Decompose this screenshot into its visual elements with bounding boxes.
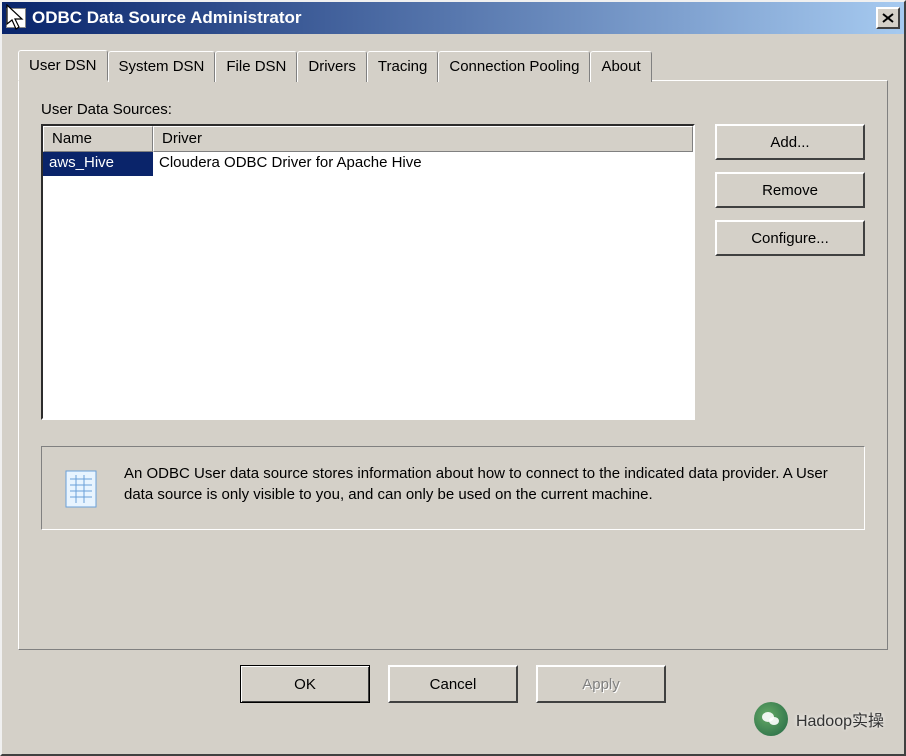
tab-connection-pooling[interactable]: Connection Pooling (438, 51, 590, 82)
list-item[interactable]: aws_Hive Cloudera ODBC Driver for Apache… (43, 152, 693, 176)
column-header-driver[interactable]: Driver (153, 126, 693, 152)
tab-tracing[interactable]: Tracing (367, 51, 438, 82)
tab-system-dsn[interactable]: System DSN (108, 51, 216, 82)
app-icon (6, 8, 26, 28)
window-title: ODBC Data Source Administrator (32, 8, 876, 28)
side-buttons: Add... Remove Configure... (715, 124, 865, 256)
info-icon (60, 463, 104, 513)
titlebar: ODBC Data Source Administrator (2, 2, 904, 34)
close-button[interactable] (876, 7, 900, 29)
tab-user-dsn[interactable]: User DSN (18, 50, 108, 81)
apply-button[interactable]: Apply (536, 665, 666, 703)
section-label: User Data Sources: (41, 101, 865, 118)
column-header-name[interactable]: Name (43, 126, 153, 152)
add-button[interactable]: Add... (715, 124, 865, 160)
info-panel: An ODBC User data source stores informat… (41, 446, 865, 530)
tab-drivers[interactable]: Drivers (297, 51, 367, 82)
data-sources-list[interactable]: Name Driver aws_Hive Cloudera ODBC Drive… (41, 124, 695, 420)
configure-button[interactable]: Configure... (715, 220, 865, 256)
tab-file-dsn[interactable]: File DSN (215, 51, 297, 82)
remove-button[interactable]: Remove (715, 172, 865, 208)
ok-button[interactable]: OK (240, 665, 370, 703)
datasource-icon (60, 463, 104, 513)
content-area: User DSN System DSN File DSN Drivers Tra… (2, 34, 904, 719)
cell-driver: Cloudera ODBC Driver for Apache Hive (153, 152, 693, 176)
tab-about[interactable]: About (590, 51, 651, 82)
list-header: Name Driver (43, 126, 693, 152)
watermark-text: Hadoop实操 (796, 707, 884, 731)
dialog-buttons: OK Cancel Apply (18, 651, 888, 703)
odbc-admin-window: ODBC Data Source Administrator User DSN … (0, 0, 906, 756)
watermark: Hadoop实操 (754, 702, 884, 736)
cancel-button[interactable]: Cancel (388, 665, 518, 703)
tab-panel-user-dsn: User Data Sources: Name Driver aws_Hive … (18, 80, 888, 650)
wechat-icon (754, 702, 788, 736)
info-text: An ODBC User data source stores informat… (124, 463, 846, 505)
tab-strip: User DSN System DSN File DSN Drivers Tra… (18, 50, 888, 81)
cell-name: aws_Hive (43, 152, 153, 176)
close-icon (882, 13, 894, 23)
